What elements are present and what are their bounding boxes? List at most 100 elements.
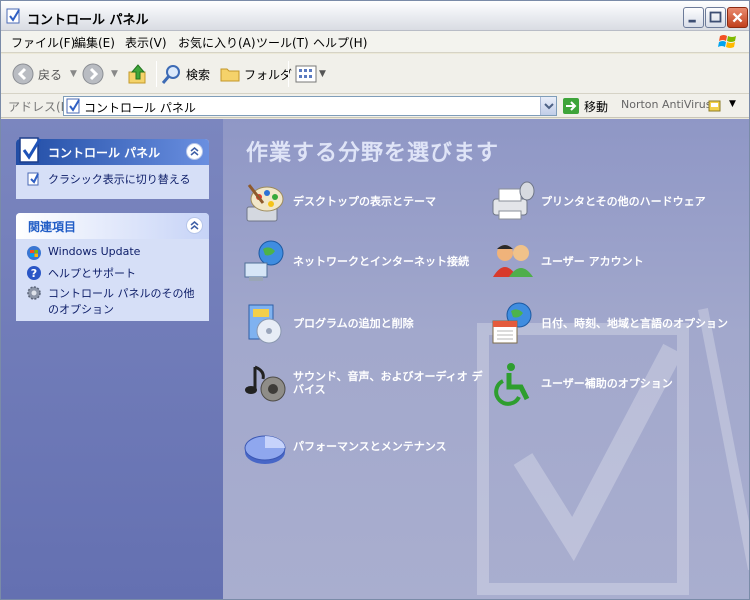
search-button[interactable]: 検索 bbox=[161, 60, 210, 88]
category-label: ネットワークとインターネット接続 bbox=[293, 254, 469, 268]
back-button[interactable]: 戻る ▼ bbox=[11, 60, 77, 88]
help-support-link[interactable]: ? ヘルプとサポート bbox=[26, 265, 201, 281]
gear-icon bbox=[27, 286, 41, 300]
back-dropdown-arrow[interactable]: ▼ bbox=[70, 69, 77, 79]
collapse-button[interactable] bbox=[186, 217, 203, 234]
menu-bar: ファイル(F) 編集(E) 表示(V) お気に入り(A) ツール(T) ヘルプ(… bbox=[1, 31, 749, 53]
norton-icon[interactable] bbox=[707, 98, 723, 114]
other-options-label: コントロール パネルのその他のオプション bbox=[48, 287, 195, 316]
minimize-icon bbox=[688, 19, 696, 23]
menu-view[interactable]: 表示(V) bbox=[125, 34, 167, 51]
switch-classic-view-label: クラシック表示に切り替える bbox=[48, 173, 191, 186]
close-button[interactable] bbox=[727, 7, 748, 28]
norton-dropdown-arrow[interactable]: ▼ bbox=[729, 99, 736, 109]
related-topics-body: Windows Update ? ヘルプとサポート コントロール パネルのその他… bbox=[16, 239, 209, 329]
maximize-button[interactable] bbox=[705, 7, 726, 28]
category-network-internet[interactable]: ネットワークとインターネット接続 bbox=[241, 237, 491, 285]
close-icon bbox=[732, 12, 743, 23]
category-date-time-language[interactable]: 日付、時刻、地域と言語のオプション bbox=[489, 299, 739, 347]
address-input[interactable]: コントロール パネル bbox=[63, 96, 557, 116]
control-panel-panel-title: コントロール パネル bbox=[48, 146, 161, 160]
category-label: ユーザー補助のオプション bbox=[541, 376, 673, 390]
related-topics-title: 関連項目 bbox=[28, 220, 77, 234]
back-arrow-icon bbox=[12, 63, 34, 85]
menu-help[interactable]: ヘルプ(H) bbox=[313, 34, 367, 51]
accessibility-icon bbox=[494, 363, 530, 406]
windows-update-label: Windows Update bbox=[48, 245, 141, 258]
page-heading: 作業する分野を選びます bbox=[246, 141, 500, 166]
category-label: プログラムの追加と削除 bbox=[293, 316, 414, 330]
forward-button[interactable]: ▼ bbox=[81, 60, 118, 88]
windows-logo-icon bbox=[718, 35, 736, 48]
control-panel-panel-body: クラシック表示に切り替える bbox=[16, 165, 209, 199]
palette-icon bbox=[246, 184, 284, 222]
printer-icon bbox=[492, 181, 535, 220]
users-icon bbox=[493, 245, 533, 277]
control-panel-window: コントロール パネル ファイル(F) 編集(E) 表示(V) お気に入り(A) … bbox=[0, 0, 750, 600]
menu-file[interactable]: ファイル(F) bbox=[11, 34, 75, 51]
search-icon bbox=[161, 65, 180, 84]
network-globe-icon bbox=[244, 240, 284, 281]
category-appearance-themes[interactable]: デスクトップの表示とテーマ bbox=[241, 177, 491, 225]
category-label: プリンタとその他のハードウェア bbox=[541, 194, 706, 208]
menu-tools[interactable]: ツール(T) bbox=[256, 34, 309, 51]
switch-classic-view-link[interactable]: クラシック表示に切り替える bbox=[26, 171, 201, 187]
category-accessibility[interactable]: ユーザー補助のオプション bbox=[489, 359, 739, 407]
go-arrow-icon bbox=[563, 98, 579, 114]
control-panel-icon bbox=[6, 8, 20, 24]
task-pane: コントロール パネル クラシック表示に切り替える 関連項目 Windows Up… bbox=[1, 119, 223, 599]
windows-update-link[interactable]: Windows Update bbox=[26, 245, 201, 261]
views-button[interactable]: ▼ bbox=[294, 60, 326, 88]
help-support-label: ヘルプとサポート bbox=[48, 267, 136, 280]
category-label: ユーザー アカウント bbox=[541, 254, 644, 268]
forward-dropdown-arrow[interactable]: ▼ bbox=[111, 69, 118, 79]
up-arrow-icon bbox=[128, 64, 146, 84]
toolbar-separator bbox=[156, 61, 157, 87]
back-label: 戻る bbox=[38, 67, 63, 82]
folders-button[interactable]: フォルダ bbox=[219, 60, 292, 88]
title-bar[interactable]: コントロール パネル bbox=[1, 1, 749, 31]
category-performance-maintenance[interactable]: パフォーマンスとメンテナンス bbox=[241, 422, 491, 470]
views-dropdown-arrow[interactable]: ▼ bbox=[319, 69, 326, 79]
collapse-button[interactable] bbox=[186, 143, 203, 160]
window-title: コントロール パネル bbox=[27, 13, 149, 28]
content-area: コントロール パネル クラシック表示に切り替える 関連項目 Windows Up… bbox=[1, 119, 749, 599]
control-panel-panel: コントロール パネル クラシック表示に切り替える bbox=[16, 137, 209, 199]
address-bar: アドレス(D) コントロール パネル 移動 Norton AntiVirus ▼ bbox=[1, 94, 749, 118]
category-label: サウンド、音声、およびオーディオ デバイス bbox=[293, 370, 483, 396]
category-label: パフォーマンスとメンテナンス bbox=[293, 439, 447, 453]
views-icon bbox=[295, 65, 317, 83]
category-printers-hardware[interactable]: プリンタとその他のハードウェア bbox=[489, 177, 739, 225]
category-sounds-audio[interactable]: サウンド、音声、およびオーディオ デバイス bbox=[241, 359, 491, 407]
address-value: コントロール パネル bbox=[84, 101, 196, 115]
calendar-globe-icon bbox=[492, 302, 532, 344]
control-panel-large-icon bbox=[19, 137, 42, 163]
address-dropdown-button[interactable] bbox=[540, 97, 556, 115]
help-icon: ? bbox=[27, 266, 41, 280]
folder-icon bbox=[220, 68, 240, 82]
folders-label: フォルダ bbox=[244, 67, 293, 82]
menu-favorites[interactable]: お気に入り(A) bbox=[178, 34, 256, 51]
up-folder-button[interactable] bbox=[126, 60, 150, 88]
forward-arrow-icon bbox=[82, 63, 104, 85]
category-add-remove-programs[interactable]: プログラムの追加と削除 bbox=[241, 299, 491, 347]
other-options-link[interactable]: コントロール パネルのその他のオプション bbox=[26, 285, 201, 317]
go-button[interactable]: 移動 bbox=[562, 96, 608, 116]
pie-chart-icon bbox=[244, 435, 286, 464]
related-topics-header[interactable]: 関連項目 bbox=[16, 213, 209, 239]
category-user-accounts[interactable]: ユーザー アカウント bbox=[489, 237, 739, 285]
norton-antivirus-label: Norton AntiVirus bbox=[621, 98, 712, 111]
control-panel-panel-header[interactable]: コントロール パネル bbox=[16, 137, 209, 165]
chevron-up-icon bbox=[190, 221, 199, 230]
menu-edit[interactable]: 編集(E) bbox=[74, 34, 115, 51]
classic-view-icon bbox=[27, 172, 39, 186]
maximize-icon bbox=[709, 11, 722, 23]
speaker-note-icon bbox=[245, 365, 286, 402]
windows-update-icon bbox=[27, 246, 41, 260]
related-topics-panel: 関連項目 Windows Update ? ヘルプとサポート コントロール パネ… bbox=[16, 213, 209, 321]
control-panel-icon bbox=[66, 98, 80, 114]
minimize-button[interactable] bbox=[683, 7, 704, 28]
chevron-down-icon bbox=[544, 103, 554, 110]
svg-text:?: ? bbox=[31, 267, 37, 280]
add-remove-programs-icon bbox=[248, 304, 282, 344]
